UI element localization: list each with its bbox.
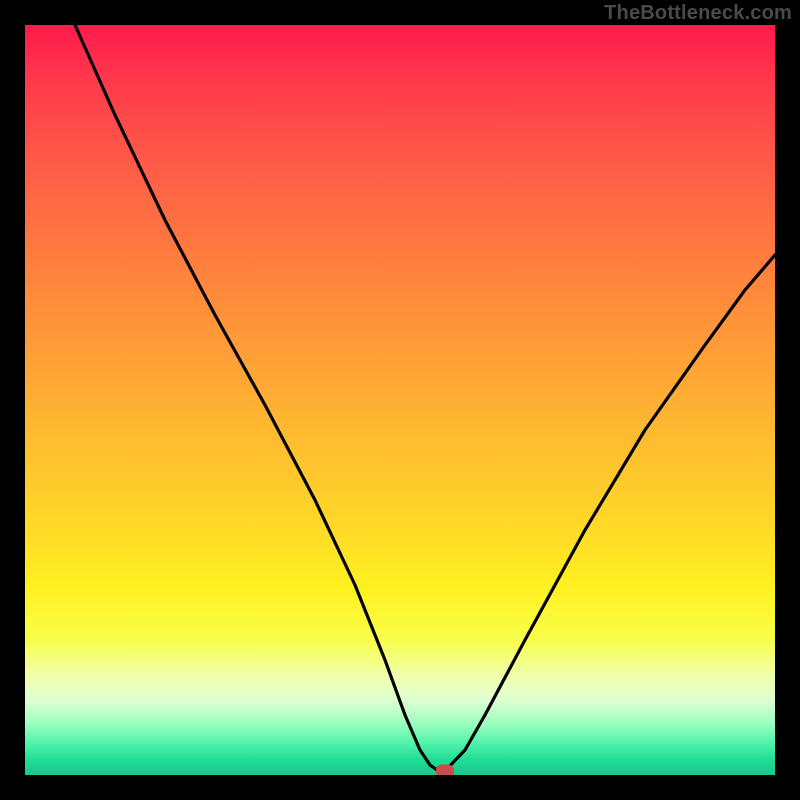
watermark-text: TheBottleneck.com <box>604 2 792 25</box>
optimal-marker <box>436 765 454 776</box>
chart-frame: TheBottleneck.com <box>0 0 800 800</box>
plot-area <box>25 25 775 775</box>
bottleneck-curve <box>25 25 775 775</box>
curve-path <box>75 25 775 771</box>
